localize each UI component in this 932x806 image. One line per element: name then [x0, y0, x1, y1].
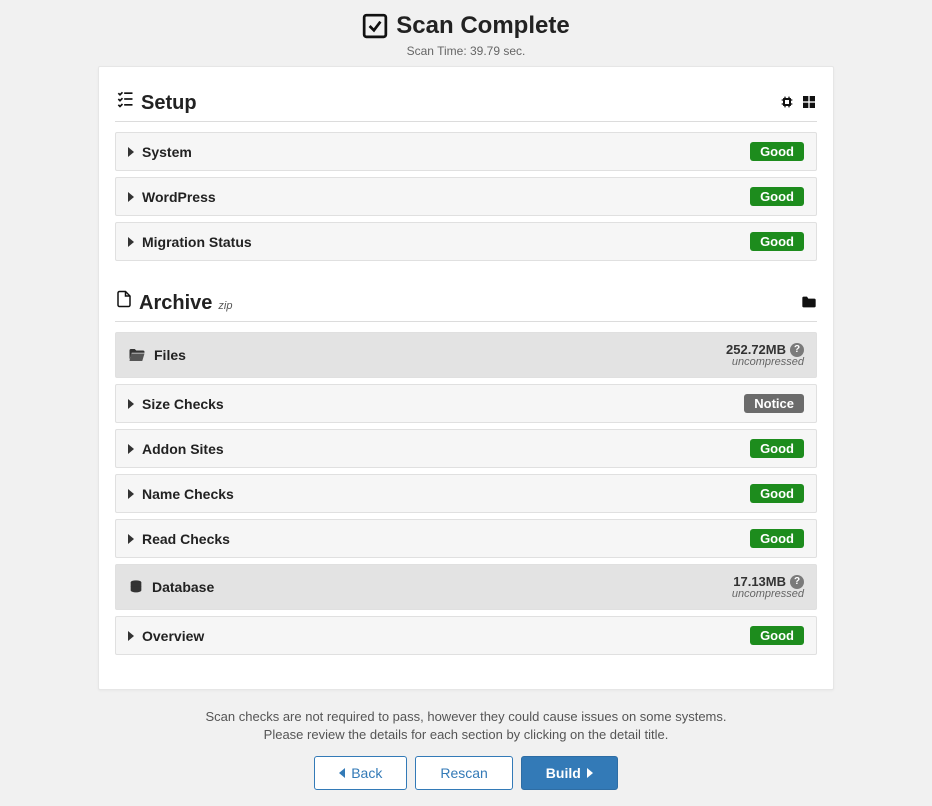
caret-icon [128, 489, 134, 499]
status-badge: Good [750, 626, 804, 645]
group-label: Database [152, 579, 214, 595]
page-title: Scan Complete [362, 12, 569, 40]
archive-icon [115, 289, 133, 309]
row-system[interactable]: System Good [115, 132, 817, 171]
caret-icon [128, 534, 134, 544]
caret-icon [128, 237, 134, 247]
scan-panel: Setup System Good WordPress Good Migrati… [98, 66, 834, 690]
group-size: 17.13MB [733, 574, 786, 589]
check-icon [362, 13, 388, 39]
status-badge: Good [750, 484, 804, 503]
status-badge: Good [750, 439, 804, 458]
back-label: Back [351, 765, 382, 781]
row-label: WordPress [142, 189, 216, 205]
page-title-text: Scan Complete [396, 12, 569, 40]
footer-note: Scan checks are not required to pass, ho… [0, 708, 932, 744]
caret-icon [128, 147, 134, 157]
row-label: System [142, 144, 192, 160]
caret-icon [128, 192, 134, 202]
caret-left-icon [339, 768, 345, 778]
section-archive-title: Archive [139, 292, 212, 315]
group-note: uncompressed [732, 589, 804, 600]
row-label: Migration Status [142, 234, 252, 250]
build-button[interactable]: Build [521, 756, 618, 790]
caret-right-icon [587, 768, 593, 778]
rescan-label: Rescan [440, 765, 487, 781]
group-note: uncompressed [732, 357, 804, 368]
rescan-button[interactable]: Rescan [415, 756, 512, 790]
build-label: Build [546, 765, 581, 781]
status-badge: Good [750, 142, 804, 161]
tasks-icon [115, 89, 135, 109]
section-setup-header: Setup [115, 79, 817, 122]
status-badge: Good [750, 529, 804, 548]
caret-icon [128, 399, 134, 409]
group-database: Database 17.13MB ? uncompressed [115, 564, 817, 610]
page-header: Scan Complete Scan Time: 39.79 sec. [0, 12, 932, 58]
row-read-checks[interactable]: Read Checks Good [115, 519, 817, 558]
row-label: Addon Sites [142, 441, 224, 457]
cpu-icon[interactable] [779, 94, 795, 110]
row-overview[interactable]: Overview Good [115, 616, 817, 655]
scan-time: Scan Time: 39.79 sec. [0, 44, 932, 58]
group-files: Files 252.72MB ? uncompressed [115, 332, 817, 378]
help-icon[interactable]: ? [790, 575, 804, 589]
caret-icon [128, 444, 134, 454]
row-migration-status[interactable]: Migration Status Good [115, 222, 817, 261]
row-size-checks[interactable]: Size Checks Notice [115, 384, 817, 423]
status-badge: Notice [744, 394, 804, 413]
status-badge: Good [750, 187, 804, 206]
database-icon [128, 579, 144, 595]
caret-icon [128, 631, 134, 641]
help-icon[interactable]: ? [790, 343, 804, 357]
button-row: Back Rescan Build [0, 756, 932, 806]
group-size: 252.72MB [726, 342, 786, 357]
row-addon-sites[interactable]: Addon Sites Good [115, 429, 817, 468]
row-wordpress[interactable]: WordPress Good [115, 177, 817, 216]
status-badge: Good [750, 232, 804, 251]
settings-alt-icon[interactable] [801, 94, 817, 110]
footer-line1: Scan checks are not required to pass, ho… [0, 708, 932, 726]
row-label: Overview [142, 628, 204, 644]
group-label: Files [154, 347, 186, 363]
folder-solid-icon[interactable] [801, 295, 817, 309]
row-name-checks[interactable]: Name Checks Good [115, 474, 817, 513]
row-label: Size Checks [142, 396, 224, 412]
archive-suffix: zip [218, 300, 232, 312]
back-button[interactable]: Back [314, 756, 407, 790]
folder-open-icon [128, 347, 146, 363]
section-setup-title: Setup [141, 92, 197, 115]
row-label: Name Checks [142, 486, 234, 502]
section-archive-header: Archive zip [115, 279, 817, 322]
row-label: Read Checks [142, 531, 230, 547]
footer-line2: Please review the details for each secti… [0, 726, 932, 744]
